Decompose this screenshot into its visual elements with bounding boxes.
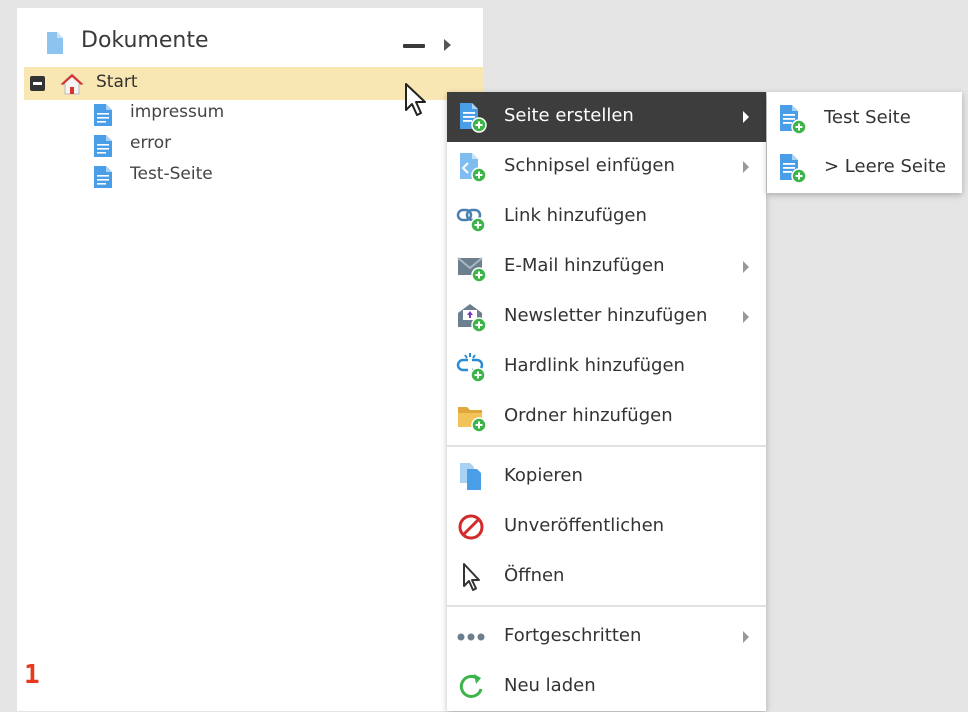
submenu-seite-erstellen: Test Seite > Leere Seite bbox=[767, 92, 962, 193]
page-add-icon bbox=[780, 105, 807, 135]
menu-item-ordner-hinzufuegen[interactable]: Ordner hinzufügen bbox=[447, 392, 766, 442]
panel-header: Dokumente bbox=[17, 8, 483, 68]
menu-item-fortgeschritten[interactable]: Fortgeschritten bbox=[447, 612, 766, 662]
menu-separator bbox=[447, 605, 766, 607]
reload-icon bbox=[459, 674, 483, 698]
submenu-item-label: Test Seite bbox=[824, 107, 911, 128]
menu-item-kopieren[interactable]: Kopieren bbox=[447, 452, 766, 502]
copy-icon bbox=[460, 463, 481, 490]
menu-item-label: Unveröffentlichen bbox=[504, 515, 665, 536]
tree-node-label: impressum bbox=[130, 102, 225, 122]
menu-item-email-hinzufuegen[interactable]: E-Mail hinzufügen bbox=[447, 242, 766, 292]
collapse-toggle-icon[interactable] bbox=[30, 76, 45, 91]
newsletter-add-icon bbox=[458, 304, 487, 333]
hardlink-add-icon bbox=[456, 353, 486, 383]
context-menu: Seite erstellen Schnipsel einfügen Link … bbox=[447, 92, 766, 711]
tree-node-label: Start bbox=[96, 72, 138, 92]
page-add-icon bbox=[460, 103, 487, 133]
home-icon bbox=[60, 73, 84, 95]
mouse-pointer-icon bbox=[405, 83, 426, 116]
menu-item-newsletter-hinzufuegen[interactable]: Newsletter hinzufügen bbox=[447, 292, 766, 342]
submenu-item-test-seite[interactable]: Test Seite bbox=[767, 94, 962, 144]
menu-item-label: Kopieren bbox=[504, 465, 583, 486]
cursor-icon bbox=[463, 563, 480, 591]
tree-node-label: error bbox=[130, 133, 172, 153]
menu-item-link-hinzufuegen[interactable]: Link hinzufügen bbox=[447, 192, 766, 242]
tree-node-impressum[interactable]: impressum bbox=[94, 101, 394, 129]
snippet-add-icon bbox=[460, 153, 487, 183]
panel-title: Dokumente bbox=[81, 28, 209, 53]
page-icon bbox=[94, 166, 112, 188]
menu-item-label: Fortgeschritten bbox=[504, 625, 642, 646]
link-add-icon bbox=[456, 208, 486, 233]
menu-item-label: Ordner hinzufügen bbox=[504, 405, 673, 426]
menu-item-label: E-Mail hinzufügen bbox=[504, 255, 665, 276]
menu-item-seite-erstellen[interactable]: Seite erstellen bbox=[447, 92, 766, 142]
tree-node-label: Test-Seite bbox=[130, 164, 213, 184]
menu-item-oeffnen[interactable]: Öffnen bbox=[447, 552, 766, 602]
menu-item-label: Neu laden bbox=[504, 675, 596, 696]
menu-item-label: Seite erstellen bbox=[504, 105, 634, 126]
tree-node-error[interactable]: error bbox=[94, 132, 394, 160]
document-icon bbox=[47, 32, 63, 54]
step-number-badge: 1 bbox=[24, 660, 40, 690]
menu-item-label: Newsletter hinzufügen bbox=[504, 305, 708, 326]
page-icon bbox=[94, 104, 112, 126]
menu-item-hardlink-hinzufuegen[interactable]: Hardlink hinzufügen bbox=[447, 342, 766, 392]
arrow-right-icon[interactable] bbox=[444, 39, 451, 51]
tree-node-test-seite[interactable]: Test-Seite bbox=[94, 163, 394, 191]
menu-item-neu-laden[interactable]: Neu laden bbox=[447, 662, 766, 712]
menu-item-label: Öffnen bbox=[504, 565, 565, 586]
submenu-arrow-icon bbox=[743, 161, 749, 173]
collapse-all-icon[interactable] bbox=[403, 44, 425, 48]
email-add-icon bbox=[457, 257, 487, 283]
submenu-item-label: > Leere Seite bbox=[824, 156, 947, 177]
menu-item-label: Link hinzufügen bbox=[504, 205, 647, 226]
submenu-arrow-icon bbox=[743, 311, 749, 323]
page-add-icon bbox=[780, 154, 807, 184]
menu-separator bbox=[447, 445, 766, 447]
menu-item-unveroeffentlichen[interactable]: Unveröffentlichen bbox=[447, 502, 766, 552]
submenu-arrow-icon bbox=[743, 261, 749, 273]
submenu-arrow-icon bbox=[743, 631, 749, 643]
submenu-arrow-icon bbox=[743, 111, 749, 123]
unpublish-icon bbox=[458, 514, 484, 540]
menu-item-label: Schnipsel einfügen bbox=[504, 155, 675, 176]
submenu-item-leere-seite[interactable]: > Leere Seite bbox=[767, 143, 962, 193]
page-icon bbox=[94, 135, 112, 157]
more-icon bbox=[457, 633, 485, 641]
folder-add-icon bbox=[458, 407, 487, 433]
menu-item-schnipsel-einfuegen[interactable]: Schnipsel einfügen bbox=[447, 142, 766, 192]
menu-item-label: Hardlink hinzufügen bbox=[504, 355, 685, 376]
